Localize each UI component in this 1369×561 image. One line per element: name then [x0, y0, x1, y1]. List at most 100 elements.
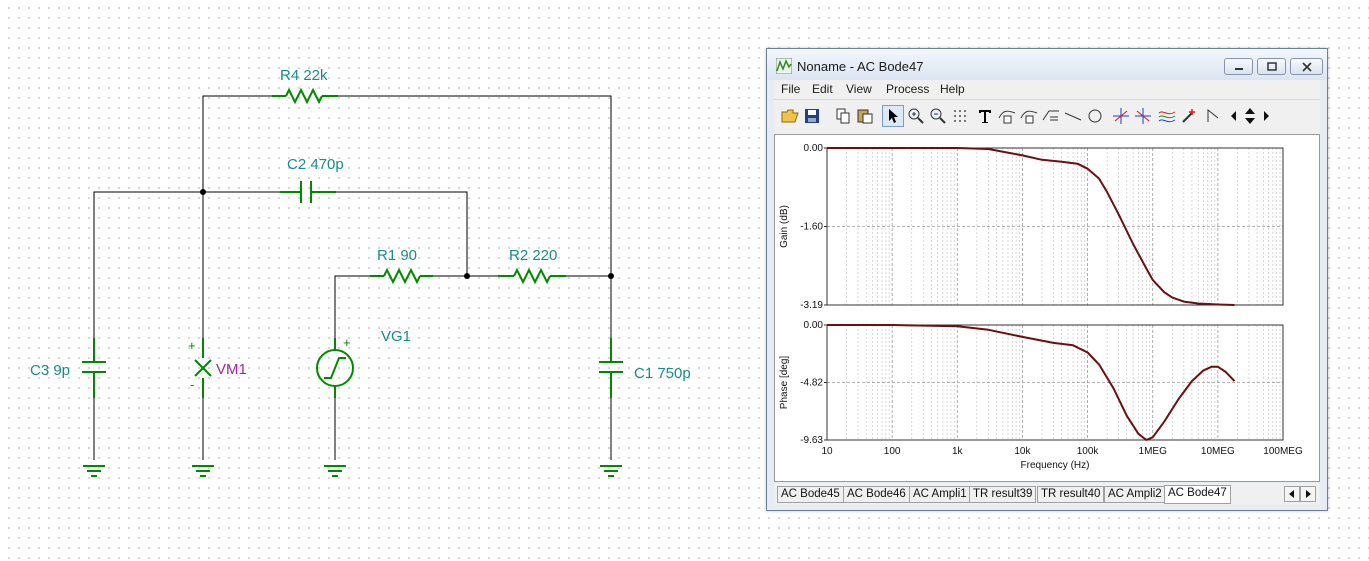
- y-tick-label: -3.19: [800, 300, 823, 311]
- menu-edit[interactable]: Edit: [812, 82, 833, 96]
- menu-help[interactable]: Help: [940, 82, 965, 96]
- circle-button[interactable]: [1084, 105, 1106, 127]
- junction-dot: [464, 273, 470, 279]
- tab-ac-bode47[interactable]: AC Bode47: [1164, 485, 1231, 504]
- y-tick-label: 0.00: [804, 143, 824, 154]
- resistor-r2[interactable]: [498, 267, 566, 285]
- scroll-right-button[interactable]: [1258, 105, 1274, 127]
- paste-button[interactable]: [854, 105, 876, 127]
- menu-file[interactable]: File: [781, 82, 800, 96]
- scroll-left-icon: [1231, 111, 1236, 121]
- text-button[interactable]: [974, 105, 996, 127]
- maximize-icon: [1266, 62, 1277, 71]
- app-icon: [776, 58, 792, 74]
- resistor-r4[interactable]: [272, 87, 338, 105]
- vm1-plus-sign: +: [188, 338, 196, 353]
- tab-tr-result39[interactable]: TR result39: [969, 486, 1037, 503]
- ground-icon: [324, 465, 346, 477]
- y-axis-label: Gain (dB): [779, 205, 790, 248]
- marker-button[interactable]: [1178, 105, 1200, 127]
- x-tick-label: 10MEG: [1201, 446, 1235, 457]
- marker-icon: [1182, 109, 1195, 123]
- tab-ac-bode46[interactable]: AC Bode46: [843, 486, 910, 503]
- paste-icon: [857, 109, 873, 124]
- close-icon: [1301, 61, 1312, 72]
- waves-button[interactable]: [1156, 105, 1178, 127]
- scroll-updown-icon: [1245, 108, 1255, 124]
- menu-view[interactable]: View: [846, 82, 872, 96]
- cursor-b-icon: [1135, 108, 1151, 124]
- curve-label-button[interactable]: [996, 105, 1018, 127]
- tab-ac-ampli2[interactable]: AC Ampli2: [1104, 486, 1166, 503]
- menu-process[interactable]: Process: [886, 82, 929, 96]
- y-tick-label: -4.82: [800, 378, 823, 389]
- slope-button[interactable]: [1040, 105, 1062, 127]
- label-c2: C2 470p: [287, 156, 344, 173]
- zoom-in-button[interactable]: [905, 105, 927, 127]
- curve-label2-button[interactable]: [1018, 105, 1040, 127]
- minimize-button[interactable]: [1224, 58, 1253, 75]
- tab-scroll-right-button[interactable]: [1300, 486, 1316, 502]
- x-tick-label: 100k: [1077, 446, 1100, 457]
- bode-plot[interactable]: 0.00 -1.60 -3.19 Gain (dB) 0.00 -4.82 -9.63 Pha…: [775, 135, 1319, 481]
- text-icon: [979, 110, 991, 123]
- grid-button[interactable]: [949, 105, 971, 127]
- vg1-plus-sign: +: [343, 335, 351, 350]
- x-tick-label: 100: [884, 446, 901, 457]
- x-axis-label: Frequency (Hz): [1021, 460, 1090, 471]
- tab-scroll-left-icon: [1289, 490, 1294, 498]
- capacitor-c2[interactable]: [280, 181, 336, 203]
- capacitor-c3[interactable]: [82, 338, 106, 398]
- x-tick-label: 100MEG: [1263, 446, 1303, 457]
- plot-area[interactable]: 0.00 -1.60 -3.19 Gain (dB) 0.00 -4.82 -9.63 Pha…: [774, 134, 1320, 482]
- curve-label-icon: [998, 110, 1016, 124]
- cursor-a-button[interactable]: [1110, 105, 1132, 127]
- zoom-100-button[interactable]: [927, 105, 949, 127]
- x-tick-label: 1k: [952, 446, 964, 457]
- toolbar: [774, 99, 1320, 134]
- menubar: File Edit View Process Help: [774, 80, 1320, 99]
- scroll-right-icon: [1264, 111, 1269, 121]
- label-c3: C3 9p: [30, 362, 70, 379]
- voltmeter-vm1[interactable]: [194, 338, 212, 398]
- junction-dot: [608, 273, 614, 279]
- tabbar: AC Bode45 AC Bode46 AC Ampli1 TR result3…: [774, 483, 1320, 505]
- junction-dot: [200, 189, 206, 195]
- ground-icon: [600, 465, 622, 477]
- maximize-button[interactable]: [1257, 58, 1286, 75]
- save-button[interactable]: [801, 105, 823, 127]
- open-button[interactable]: [779, 105, 801, 127]
- cursor-a-icon: [1113, 108, 1129, 124]
- bode-window[interactable]: Noname - AC Bode47 File Edit View Proces…: [766, 48, 1328, 511]
- schematic-canvas[interactable]: R4 22k C2 470p R1 90 R2 220 C3 9p + - VM…: [0, 0, 760, 561]
- x-tick-label: 1MEG: [1139, 446, 1168, 457]
- y-tick-label: -9.63: [800, 435, 823, 446]
- grid-icon: [954, 110, 966, 122]
- pointer-button[interactable]: [882, 105, 904, 127]
- window-title: Noname - AC Bode47: [797, 59, 924, 74]
- polyline-button[interactable]: [1202, 105, 1224, 127]
- y-tick-label: 0.00: [804, 320, 824, 331]
- label-vm1: VM1: [216, 361, 247, 378]
- label-r1: R1 90: [377, 247, 417, 264]
- window-titlebar[interactable]: Noname - AC Bode47: [767, 49, 1327, 80]
- scroll-updown-button[interactable]: [1242, 105, 1258, 127]
- scroll-left-button[interactable]: [1226, 105, 1242, 127]
- resistor-r1[interactable]: [370, 267, 433, 285]
- close-button[interactable]: [1290, 58, 1323, 75]
- tab-ac-bode45[interactable]: AC Bode45: [777, 486, 844, 503]
- waves-icon: [1158, 111, 1176, 123]
- tab-ac-ampli1[interactable]: AC Ampli1: [909, 486, 971, 503]
- line-button[interactable]: [1062, 105, 1084, 127]
- copy-button[interactable]: [832, 105, 854, 127]
- circle-icon: [1088, 109, 1102, 123]
- cursor-b-button[interactable]: [1132, 105, 1154, 127]
- tab-tr-result40[interactable]: TR result40: [1037, 486, 1105, 503]
- minimize-icon: [1234, 67, 1243, 70]
- line-icon: [1064, 112, 1082, 121]
- copy-icon: [836, 108, 850, 124]
- capacitor-c1[interactable]: [599, 338, 623, 398]
- save-icon: [805, 109, 819, 123]
- tab-scroll-left-button[interactable]: [1284, 486, 1300, 502]
- ground-icon: [83, 465, 105, 477]
